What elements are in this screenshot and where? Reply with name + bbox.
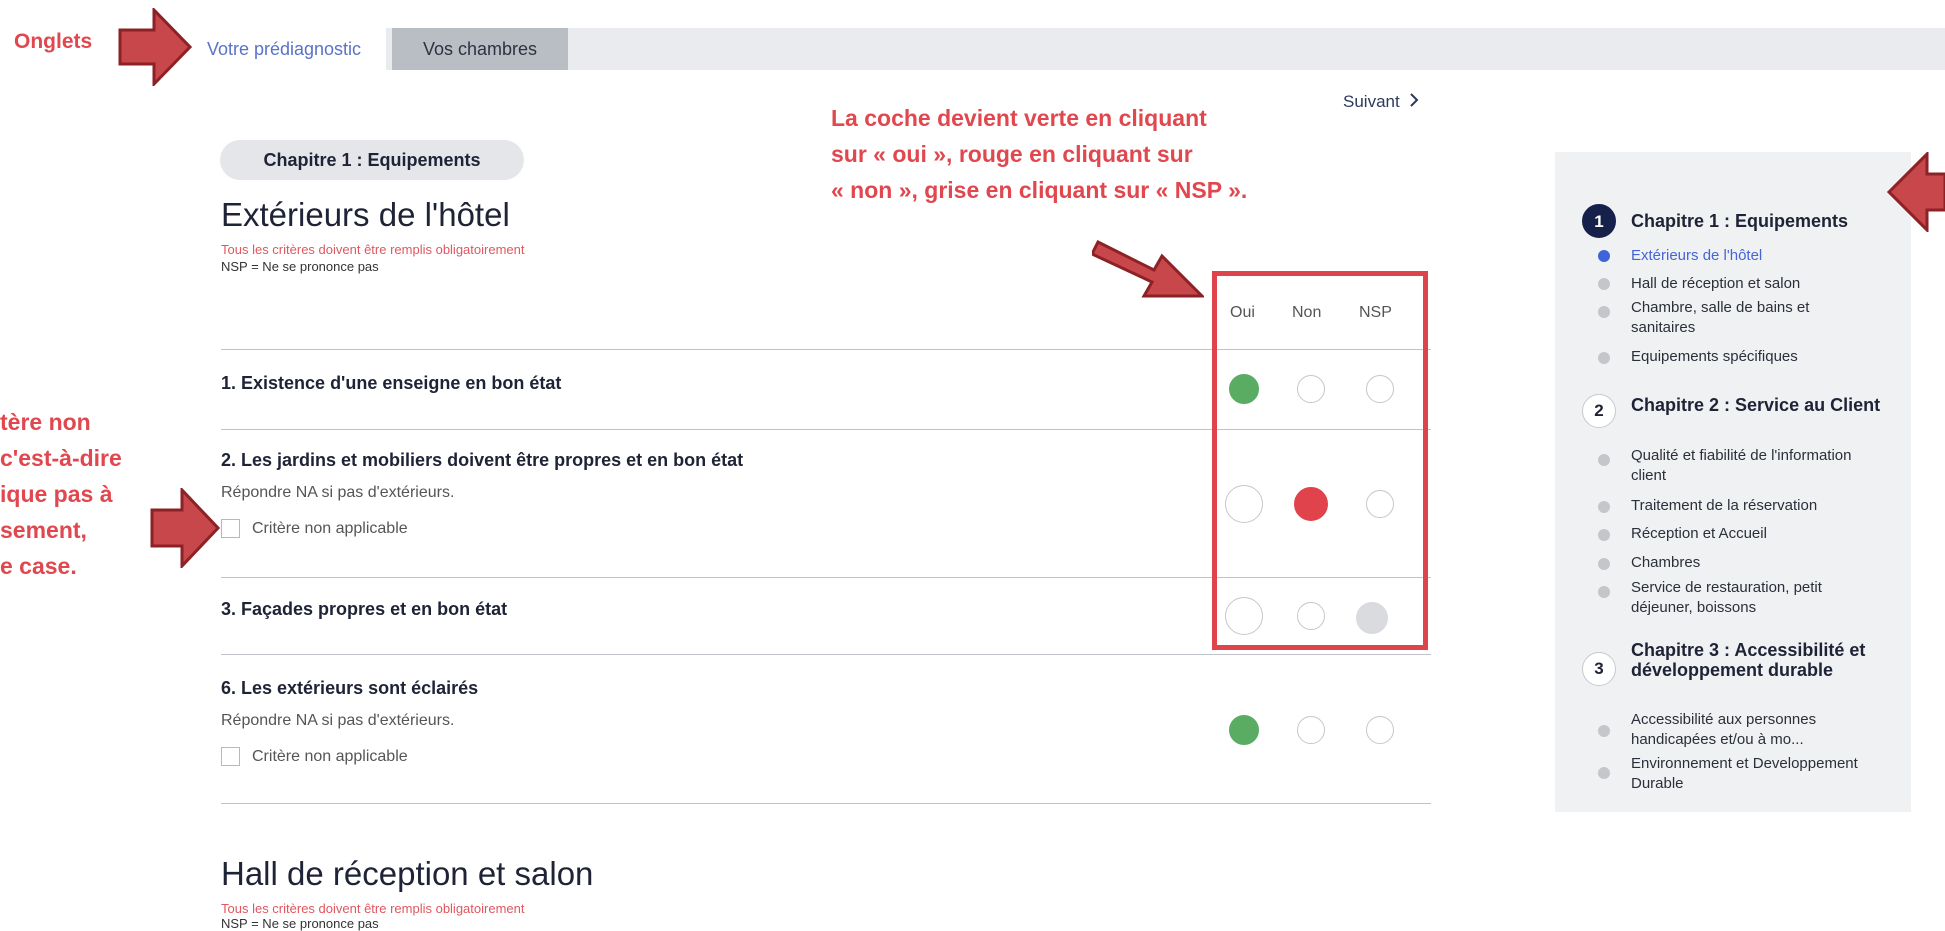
chevron-right-icon (1410, 92, 1419, 112)
sidebar-item-exterieurs[interactable]: Extérieurs de l'hôtel (1631, 246, 1871, 266)
sidebar-chapter-3[interactable]: Chapitre 3 : Accessibilité et développem… (1631, 640, 1891, 680)
next-link[interactable]: Suivant (1343, 92, 1419, 112)
tab-votre-prediagnostic[interactable]: Votre prédiagnostic (182, 28, 386, 70)
sidebar-item-hall[interactable]: Hall de réception et salon (1631, 274, 1871, 294)
chapter-number-badge: 2 (1582, 394, 1616, 428)
chapter-sidebar: 1 Chapitre 1 : Equipements Extérieurs de… (1555, 152, 1911, 812)
progress-dot (1598, 767, 1610, 779)
progress-dot (1598, 454, 1610, 466)
arrow-left-icon (1887, 152, 1945, 232)
sidebar-item-reservation[interactable]: Traitement de la réservation (1631, 496, 1871, 516)
sidebar-item-reception[interactable]: Réception et Accueil (1631, 524, 1871, 544)
na-checkbox[interactable] (221, 747, 240, 766)
nsp-note: NSP = Ne se prononce pas (221, 916, 379, 931)
na-label: Critère non applicable (252, 519, 408, 537)
sidebar-item-equipements[interactable]: Equipements spécifiques (1631, 347, 1871, 367)
chapter-pill: Chapitre 1 : Equipements (220, 140, 524, 180)
na-option[interactable]: Critère non applicable (221, 747, 408, 766)
section-title: Extérieurs de l'hôtel (221, 196, 510, 233)
chapter-number-badge: 3 (1582, 652, 1616, 686)
question-title: 3. Façades propres et en bon état (221, 599, 508, 619)
arrow-down-right-icon (1092, 212, 1204, 300)
divider (221, 654, 1431, 655)
progress-dot (1598, 306, 1610, 318)
tab-bar: Votre prédiagnostic Vos chambres (182, 28, 1945, 70)
section-title: Hall de réception et salon (221, 855, 594, 892)
progress-dot (1598, 586, 1610, 598)
na-label: Critère non applicable (252, 747, 408, 765)
progress-dot (1598, 352, 1610, 364)
tab-vos-chambres[interactable]: Vos chambres (392, 28, 568, 70)
nsp-note: NSP = Ne se prononce pas (221, 259, 379, 274)
na-checkbox[interactable] (221, 519, 240, 538)
annotation-line: tère non (0, 409, 91, 435)
annotation-line: sur « oui », rouge en cliquant sur (831, 141, 1193, 167)
annotation-line: La coche devient verte en cliquant (831, 105, 1207, 131)
annotation-onglets: Onglets (14, 30, 93, 53)
arrow-right-icon (118, 8, 192, 86)
sidebar-item-chambre-sdb[interactable]: Chambre, salle de bains et sanitaires (1631, 298, 1871, 338)
sidebar-chapter-1[interactable]: Chapitre 1 : Equipements (1631, 211, 1891, 231)
na-option[interactable]: Critère non applicable (221, 519, 408, 538)
annotation-check-color: La coche devient verte en cliquant sur «… (831, 100, 1247, 208)
divider (221, 803, 1431, 804)
sidebar-chapter-2[interactable]: Chapitre 2 : Service au Client (1631, 395, 1891, 415)
question-hint: Répondre NA si pas d'extérieurs. (221, 484, 455, 501)
progress-dot (1598, 250, 1610, 262)
radio-non[interactable] (1297, 716, 1325, 744)
question-title: 2. Les jardins et mobiliers doivent être… (221, 450, 744, 470)
annotation-line: ique pas à (0, 481, 113, 507)
annotation-line: sement, (0, 517, 87, 543)
radio-oui[interactable] (1229, 715, 1259, 745)
sidebar-item-information[interactable]: Qualité et fiabilité de l'information cl… (1631, 446, 1871, 486)
progress-dot (1598, 278, 1610, 290)
progress-dot (1598, 725, 1610, 737)
sidebar-item-restauration[interactable]: Service de restauration, petit déjeuner,… (1631, 578, 1871, 618)
chapter-number-badge: 1 (1582, 204, 1616, 238)
sidebar-item-chambres[interactable]: Chambres (1631, 553, 1871, 573)
highlight-box (1212, 271, 1428, 650)
required-note: Tous les critères doivent être remplis o… (221, 901, 525, 916)
question-title: 6. Les extérieurs sont éclairés (221, 678, 479, 698)
progress-dot (1598, 558, 1610, 570)
arrow-right-icon (150, 488, 220, 568)
sidebar-item-accessibilite[interactable]: Accessibilité aux personnes handicapées … (1631, 710, 1871, 750)
annotation-line: e case. (0, 553, 77, 579)
question-title: 1. Existence d'une enseigne en bon état (221, 373, 562, 393)
required-note: Tous les critères doivent être remplis o… (221, 242, 525, 257)
annotation-na-explanation: tère non c'est-à-dire ique pas à sement,… (0, 404, 122, 584)
sidebar-item-environnement[interactable]: Environnement et Developpement Durable (1631, 754, 1871, 794)
annotation-line: c'est-à-dire (0, 445, 122, 471)
question-hint: Répondre NA si pas d'extérieurs. (221, 712, 455, 729)
progress-dot (1598, 501, 1610, 513)
progress-dot (1598, 529, 1610, 541)
annotation-line: « non », grise en cliquant sur « NSP ». (831, 177, 1248, 203)
radio-nsp[interactable] (1366, 716, 1394, 744)
